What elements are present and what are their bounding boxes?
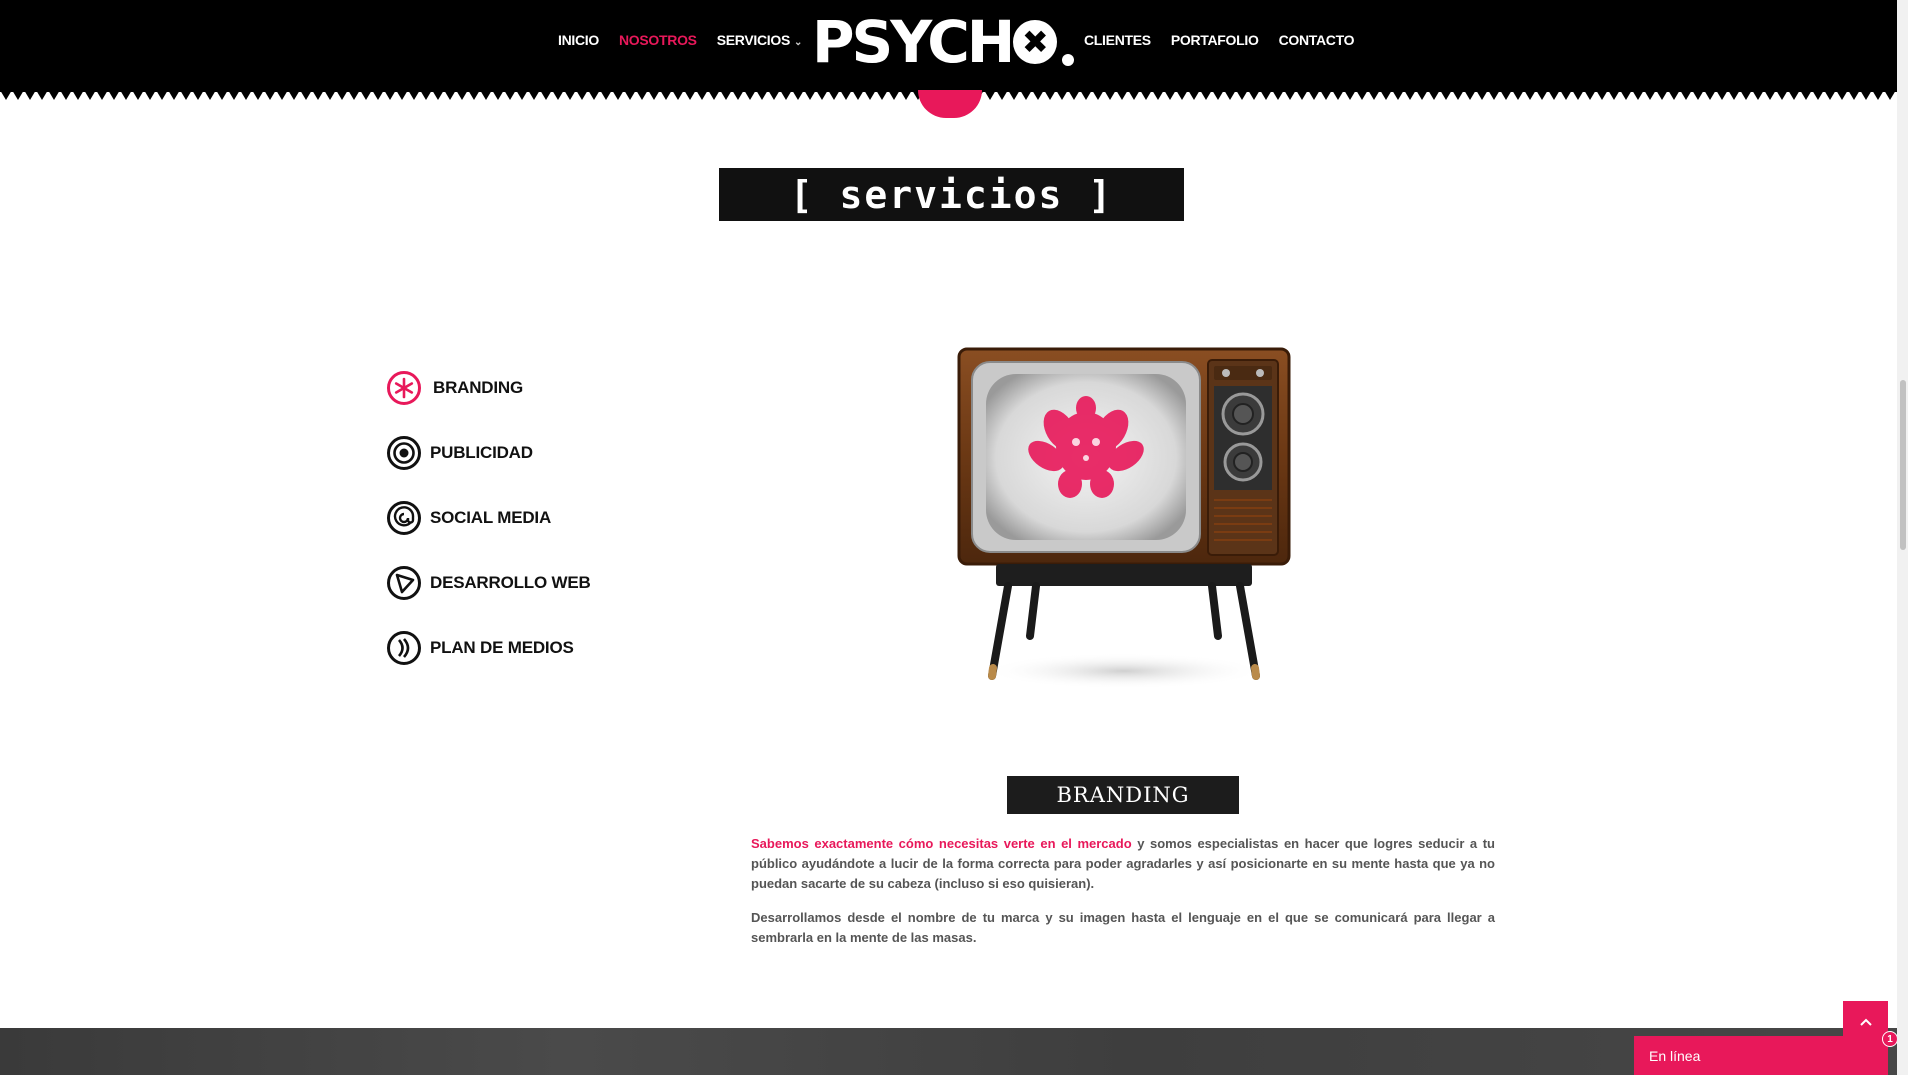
branding-title: BRANDING <box>1007 776 1239 814</box>
main-nav-right: CLIENTES PORTAFOLIO CONTACTO <box>1084 0 1355 80</box>
service-desarrollo-web[interactable]: DESARROLLO WEB <box>386 565 591 601</box>
services-list: BRANDING PUBLICIDAD SOCIAL MEDIA DESARRO… <box>386 370 591 695</box>
chat-status-label: En línea <box>1649 1047 1701 1064</box>
chevron-down-icon: ⌄ <box>794 37 803 48</box>
branding-highlight: Sabemos exactamente cómo necesitas verte… <box>751 836 1132 851</box>
chat-notification-badge: 1 <box>1882 1031 1898 1047</box>
next-section-background <box>0 1028 1897 1075</box>
service-label: DESARROLLO WEB <box>430 573 591 592</box>
nav-inicio[interactable]: INICIO <box>558 32 599 48</box>
section-title: [ servicios ] <box>719 168 1184 221</box>
at-sign-icon <box>387 501 421 535</box>
nav-clientes[interactable]: CLIENTES <box>1084 32 1151 48</box>
asterisk-icon <box>387 371 421 405</box>
retro-tv-illustration <box>957 347 1291 689</box>
main-nav-left: INICIO NOSOTROS SERVICIOS ⌄ <box>558 0 802 80</box>
pink-blob-decoration <box>918 90 982 118</box>
nav-nosotros[interactable]: NOSOTROS <box>619 32 697 48</box>
nav-servicios[interactable]: SERVICIOS ⌄ <box>716 32 803 48</box>
service-plan-de-medios[interactable]: PLAN DE MEDIOS <box>386 630 591 666</box>
service-label: SOCIAL MEDIA <box>430 508 552 527</box>
chat-widget-bar[interactable]: En línea <box>1634 1036 1888 1075</box>
scrollbar-thumb[interactable] <box>1900 380 1906 550</box>
psycho-logo[interactable]: PSYCH ✖ <box>812 8 1075 76</box>
service-label: PLAN DE MEDIOS <box>430 638 574 657</box>
branding-paragraph-1: Sabemos exactamente cómo necesitas verte… <box>751 834 1495 894</box>
service-branding[interactable]: BRANDING <box>386 370 591 406</box>
service-label: BRANDING <box>433 378 524 397</box>
page-scrollbar[interactable] <box>1897 0 1908 1075</box>
logo-dot <box>1062 54 1075 66</box>
service-social-media[interactable]: SOCIAL MEDIA <box>386 500 591 536</box>
service-label: PUBLICIDAD <box>430 443 533 462</box>
nav-servicios-label: SERVICIOS <box>716 32 791 48</box>
branding-paragraph-2: Desarrollamos desde el nombre de tu marc… <box>751 910 1495 945</box>
logo-text: PSYCH <box>812 8 1015 76</box>
nav-portafolio[interactable]: PORTAFOLIO <box>1171 32 1259 48</box>
nav-contacto[interactable]: CONTACTO <box>1279 32 1355 48</box>
chevron-up-icon <box>1859 1018 1872 1026</box>
play-icon <box>387 566 421 600</box>
branding-description: Sabemos exactamente cómo necesitas verte… <box>751 834 1495 962</box>
logo-x-circle-icon: ✖ <box>1013 20 1058 64</box>
broadcast-icon <box>387 631 421 665</box>
service-publicidad[interactable]: PUBLICIDAD <box>386 435 591 471</box>
target-icon <box>387 436 421 470</box>
